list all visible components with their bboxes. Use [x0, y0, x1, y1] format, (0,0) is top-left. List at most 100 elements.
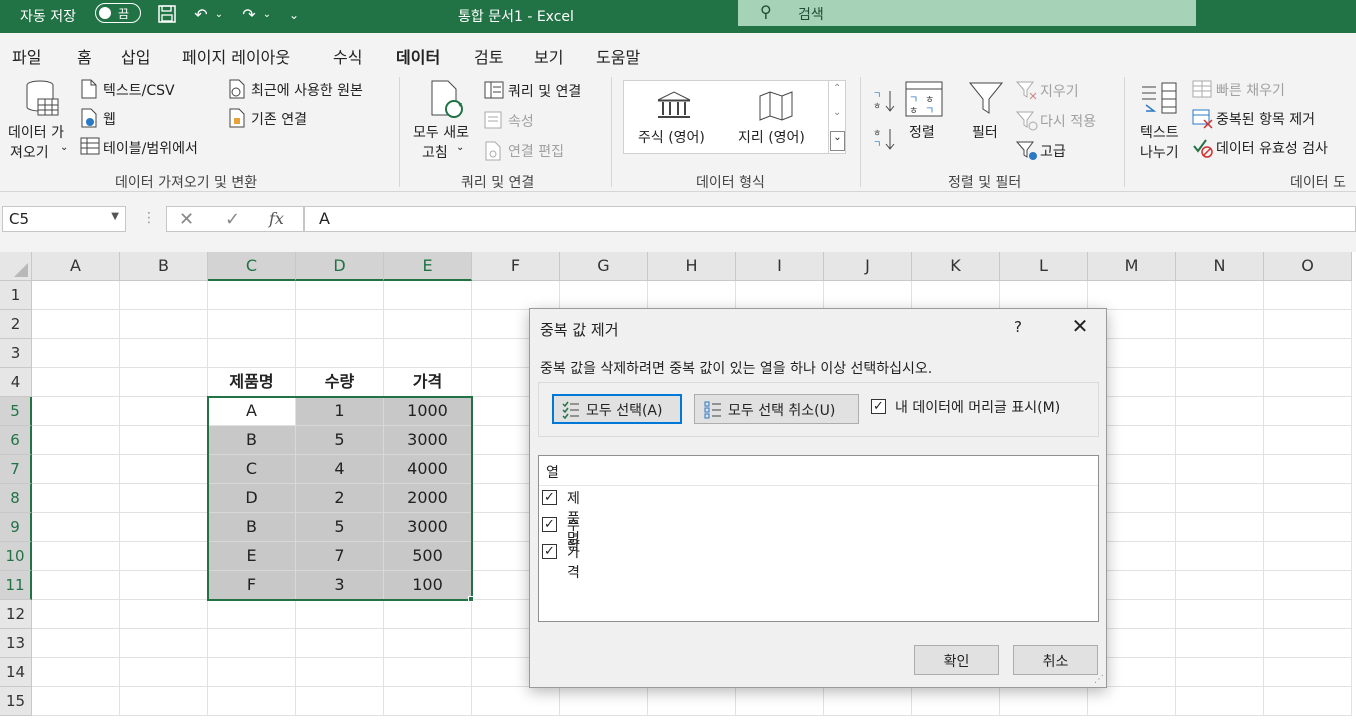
column-header[interactable]: M [1088, 252, 1176, 281]
cell[interactable] [32, 455, 120, 484]
row-header[interactable]: 7 [0, 455, 32, 484]
customize-qat-icon[interactable]: ⌄ [286, 4, 302, 26]
cell[interactable] [1264, 339, 1352, 368]
cell[interactable] [208, 339, 296, 368]
cell[interactable] [208, 629, 296, 658]
tab-page-layout[interactable]: 페이지 레이아웃 [182, 44, 290, 68]
tab-view[interactable]: 보기 [534, 44, 563, 68]
cell[interactable] [472, 281, 560, 310]
help-button[interactable]: ? [1014, 318, 1022, 336]
cell[interactable] [296, 687, 384, 716]
table-cell[interactable]: 1000 [384, 397, 472, 426]
row-header[interactable]: 4 [0, 368, 32, 397]
cell[interactable] [1264, 484, 1352, 513]
row-header[interactable]: 9 [0, 513, 32, 542]
table-cell[interactable]: 3000 [384, 426, 472, 455]
cell[interactable] [120, 339, 208, 368]
row-header[interactable]: 6 [0, 426, 32, 455]
column-header[interactable]: A [32, 252, 120, 281]
table-cell[interactable]: B [208, 513, 296, 542]
cell[interactable] [384, 310, 472, 339]
cell[interactable] [912, 687, 1000, 716]
cell[interactable] [1176, 658, 1264, 687]
column-header[interactable]: F [472, 252, 560, 281]
column-header[interactable]: L [1000, 252, 1088, 281]
cell[interactable] [120, 629, 208, 658]
table-cell[interactable]: 3000 [384, 513, 472, 542]
formula-input[interactable]: A [304, 206, 1356, 232]
column-checkbox[interactable]: ✓ [542, 544, 557, 559]
redo-icon[interactable]: ↷ [238, 4, 260, 26]
cell[interactable] [1264, 455, 1352, 484]
cell[interactable] [1264, 310, 1352, 339]
cell[interactable] [1176, 426, 1264, 455]
cell[interactable] [736, 281, 824, 310]
cell[interactable] [120, 397, 208, 426]
cell[interactable] [120, 687, 208, 716]
cell[interactable] [736, 687, 824, 716]
column-header[interactable]: I [736, 252, 824, 281]
cell[interactable] [560, 281, 648, 310]
cell[interactable] [120, 571, 208, 600]
tab-insert[interactable]: 삽입 [121, 44, 150, 68]
cell[interactable] [1176, 513, 1264, 542]
cell[interactable] [1264, 281, 1352, 310]
tab-home[interactable]: 홈 [77, 44, 92, 68]
column-header[interactable]: D [296, 252, 384, 281]
column-header[interactable]: K [912, 252, 1000, 281]
row-header[interactable]: 8 [0, 484, 32, 513]
row-header[interactable]: 5 [0, 397, 32, 426]
autosave-toggle[interactable]: 끔 [95, 3, 141, 23]
cell[interactable] [1176, 542, 1264, 571]
cell[interactable] [32, 687, 120, 716]
cell[interactable] [32, 397, 120, 426]
table-header-cell[interactable]: 수량 [296, 368, 384, 397]
table-cell[interactable]: 2 [296, 484, 384, 513]
active-cell[interactable]: A [208, 397, 296, 426]
chevron-down-icon[interactable]: ▼ [111, 211, 119, 222]
cell[interactable] [296, 310, 384, 339]
table-cell[interactable]: 7 [296, 542, 384, 571]
table-cell[interactable]: E [208, 542, 296, 571]
has-headers-checkbox[interactable]: ✓ [871, 399, 886, 414]
cell[interactable] [1264, 658, 1352, 687]
insert-function-icon[interactable]: fx [269, 209, 284, 228]
table-cell[interactable]: 4 [296, 455, 384, 484]
tab-help[interactable]: 도움말 [596, 44, 640, 68]
cell[interactable] [384, 339, 472, 368]
cell[interactable] [208, 310, 296, 339]
table-cell[interactable]: D [208, 484, 296, 513]
cell[interactable] [1176, 571, 1264, 600]
cell[interactable] [32, 426, 120, 455]
cell[interactable] [384, 281, 472, 310]
table-cell[interactable]: 1 [296, 397, 384, 426]
cell[interactable] [208, 658, 296, 687]
cell[interactable] [1088, 281, 1176, 310]
table-header-cell[interactable]: 가격 [384, 368, 472, 397]
cell[interactable] [32, 368, 120, 397]
table-cell[interactable]: 3 [296, 571, 384, 600]
sort-descending-icon[interactable]: ㅎㄱ [873, 127, 895, 155]
cell[interactable] [296, 339, 384, 368]
cell[interactable] [32, 542, 120, 571]
sort-ascending-icon[interactable]: ㄱㅎ [873, 89, 895, 117]
cell[interactable] [1176, 339, 1264, 368]
unselect-all-button[interactable]: 모두 선택 취소(U) [694, 394, 859, 424]
name-box[interactable]: C5 ▼ [2, 206, 126, 232]
chevron-down-icon[interactable]: ⌄ [833, 107, 841, 118]
cell[interactable] [384, 600, 472, 629]
cell[interactable] [32, 571, 120, 600]
row-header[interactable]: 2 [0, 310, 32, 339]
cell[interactable] [32, 513, 120, 542]
cell[interactable] [912, 281, 1000, 310]
table-header-cell[interactable]: 제품명 [208, 368, 296, 397]
cell[interactable] [1176, 600, 1264, 629]
ok-button[interactable]: 확인 [914, 645, 999, 675]
cell[interactable] [1176, 629, 1264, 658]
row-header[interactable]: 12 [0, 600, 32, 629]
column-header[interactable]: H [648, 252, 736, 281]
cell[interactable] [824, 281, 912, 310]
cell[interactable] [120, 455, 208, 484]
table-cell[interactable]: 5 [296, 513, 384, 542]
cell[interactable] [384, 629, 472, 658]
